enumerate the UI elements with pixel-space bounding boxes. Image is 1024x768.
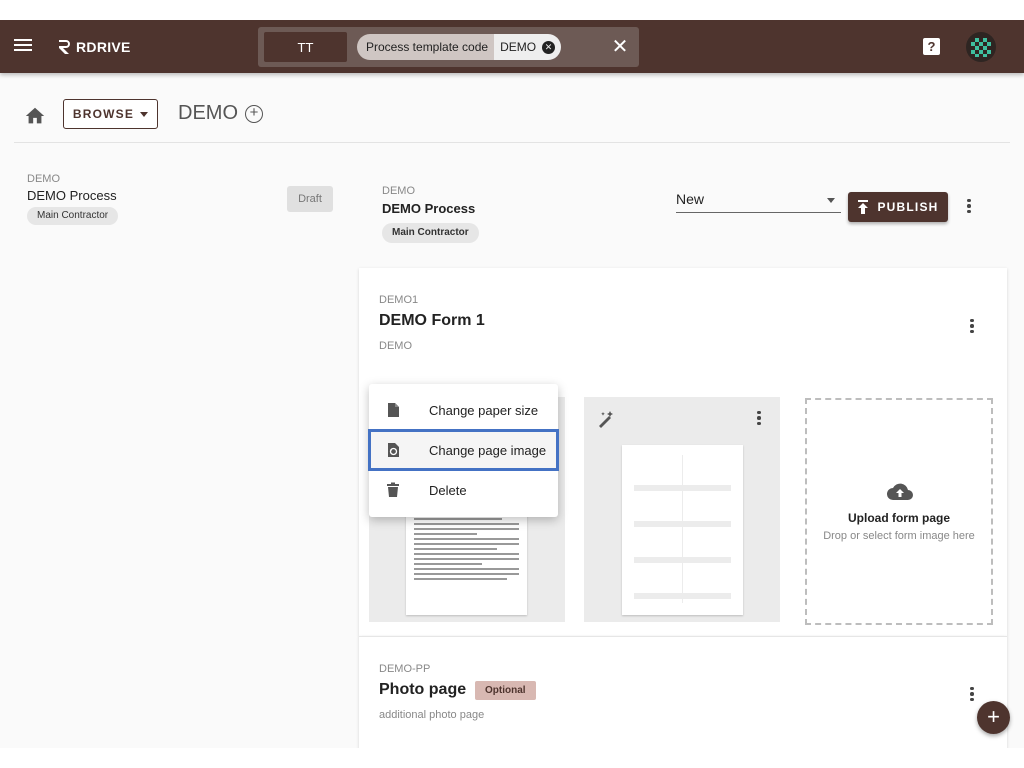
detail-process-tag: Main Contractor	[382, 223, 479, 243]
search-type-button[interactable]: TT	[264, 32, 347, 62]
search-bar[interactable]: TT Process template code DEMO ✕ ✕	[258, 27, 639, 67]
filter-chip-value-wrap: DEMO ✕	[494, 34, 562, 60]
page-title: DEMO	[178, 102, 238, 124]
avatar-identicon	[971, 38, 991, 57]
menu-item-label: Change page image	[429, 442, 547, 458]
rdrive-logo-icon	[59, 40, 70, 54]
upload-title: Upload form page	[847, 511, 950, 525]
status-badge: Draft	[287, 186, 333, 212]
caret-down-icon	[140, 111, 149, 117]
status-select[interactable]: New	[676, 186, 841, 213]
app-header: RDRIVE TT Process template code DEMO ✕ ✕…	[0, 20, 1024, 73]
photo-page-name: Photo page	[379, 681, 467, 698]
page-thumbnail-2[interactable]	[584, 397, 780, 622]
home-icon[interactable]	[24, 105, 46, 127]
process-tag: Main Contractor	[27, 207, 119, 225]
filter-chip-key: Process template code	[357, 34, 495, 60]
add-circle-icon[interactable]: +	[245, 105, 263, 123]
help-icon[interactable]: ?	[923, 38, 940, 55]
process-name: DEMO Process	[27, 188, 117, 203]
menu-item-change-paper-size[interactable]: Change paper size	[369, 390, 558, 430]
menu-item-label: Change paper size	[429, 402, 539, 418]
magic-wand-icon[interactable]	[596, 409, 616, 429]
photo-page-code: DEMO-PP	[379, 663, 431, 675]
filter-chip[interactable]: Process template code DEMO ✕	[357, 34, 562, 60]
menu-item-change-page-image[interactable]: Change page image	[368, 429, 559, 471]
trash-icon	[387, 482, 399, 497]
app-name: RDRIVE	[76, 39, 131, 55]
file-icon	[388, 403, 399, 417]
add-fab-button[interactable]: +	[977, 701, 1010, 734]
chip-remove-icon[interactable]: ✕	[542, 40, 556, 54]
detail-process-code: DEMO	[382, 185, 415, 197]
photo-page-description: additional photo page	[379, 709, 485, 721]
page-more-icon[interactable]	[751, 407, 767, 429]
detail-process-name: DEMO Process	[382, 201, 476, 216]
cloud-upload-icon	[887, 483, 913, 500]
divider	[14, 142, 1010, 143]
publish-label: PUBLISH	[877, 200, 939, 214]
filter-chip-value: DEMO	[500, 40, 537, 54]
dropdown-caret-icon	[827, 198, 835, 203]
app-frame: RDRIVE TT Process template code DEMO ✕ ✕…	[0, 20, 1024, 748]
form-code: DEMO1	[379, 294, 419, 306]
process-list-item[interactable]: DEMO DEMO Process Main Contractor Draft	[14, 163, 344, 233]
browse-button[interactable]: BROWSE	[63, 99, 158, 129]
menu-item-label: Delete	[429, 482, 467, 498]
blank-page-image	[622, 445, 743, 615]
publish-icon	[858, 200, 869, 214]
app-logo[interactable]: RDRIVE	[56, 37, 131, 57]
photo-page-more-icon[interactable]	[964, 683, 980, 705]
image-replace-icon	[388, 443, 399, 457]
avatar[interactable]	[966, 32, 996, 62]
browse-label: BROWSE	[72, 107, 135, 121]
optional-badge: Optional	[475, 681, 536, 700]
page-context-menu: Change paper size Change page image Dele…	[368, 384, 559, 517]
upload-form-page-dropzone[interactable]: Upload form page Drop or select form ima…	[805, 398, 993, 625]
menu-item-delete[interactable]: Delete	[369, 470, 558, 510]
process-more-icon[interactable]	[961, 195, 977, 217]
form-description: DEMO	[379, 340, 412, 352]
status-select-value: New	[676, 191, 705, 207]
upload-subtitle: Drop or select form image here	[823, 530, 975, 542]
form-more-icon[interactable]	[964, 315, 980, 337]
publish-button[interactable]: PUBLISH	[848, 192, 948, 222]
photo-page-card: DEMO-PP Photo page Optional additional p…	[359, 636, 1007, 748]
clear-search-icon[interactable]: ✕	[609, 36, 631, 58]
form-name: DEMO Form 1	[379, 312, 485, 329]
hamburger-menu-icon[interactable]	[12, 36, 34, 58]
process-code: DEMO	[27, 173, 60, 185]
